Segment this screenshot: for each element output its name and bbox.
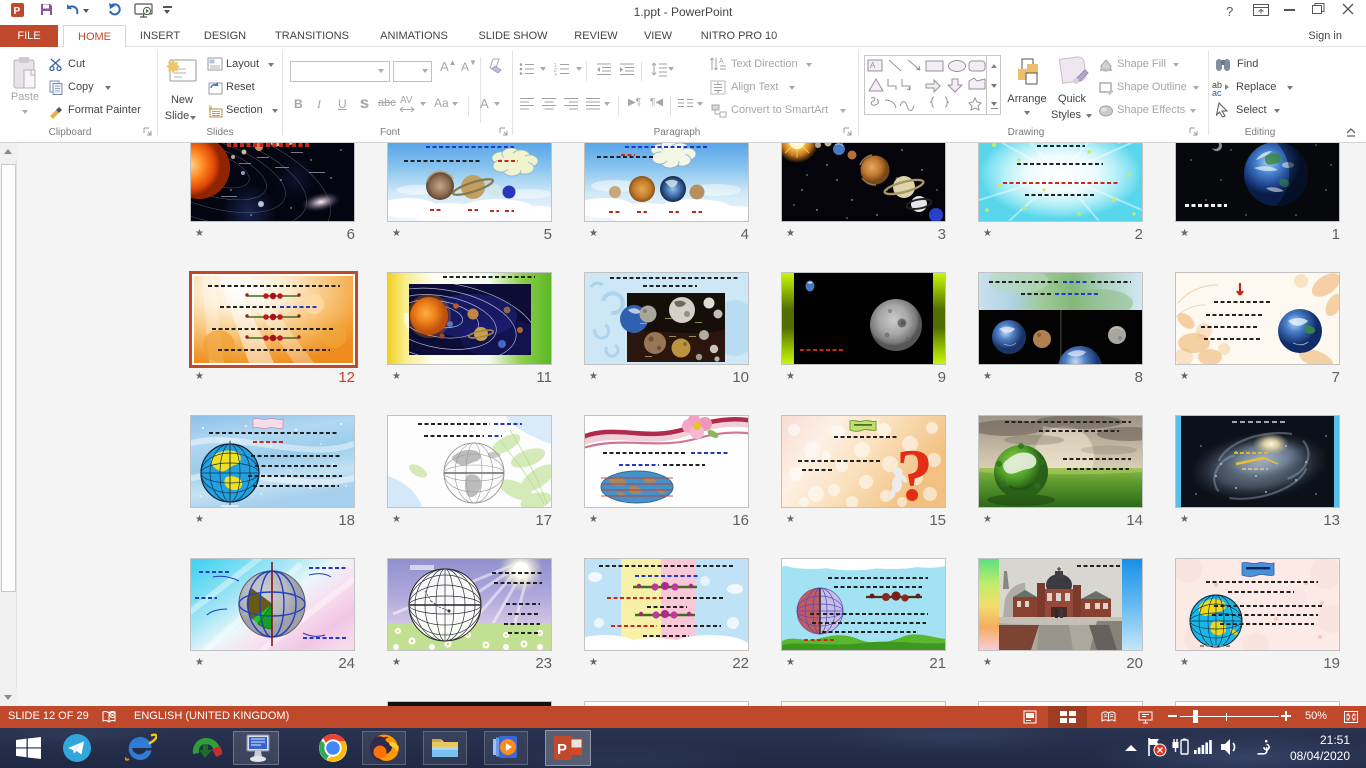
svg-text:A: A: [719, 58, 724, 65]
svg-text:3: 3: [554, 73, 557, 76]
svg-text:P: P: [14, 6, 21, 17]
svg-text:A: A: [870, 61, 876, 70]
svg-text:P: P: [557, 741, 567, 758]
svg-text:ac: ac: [1212, 88, 1222, 96]
